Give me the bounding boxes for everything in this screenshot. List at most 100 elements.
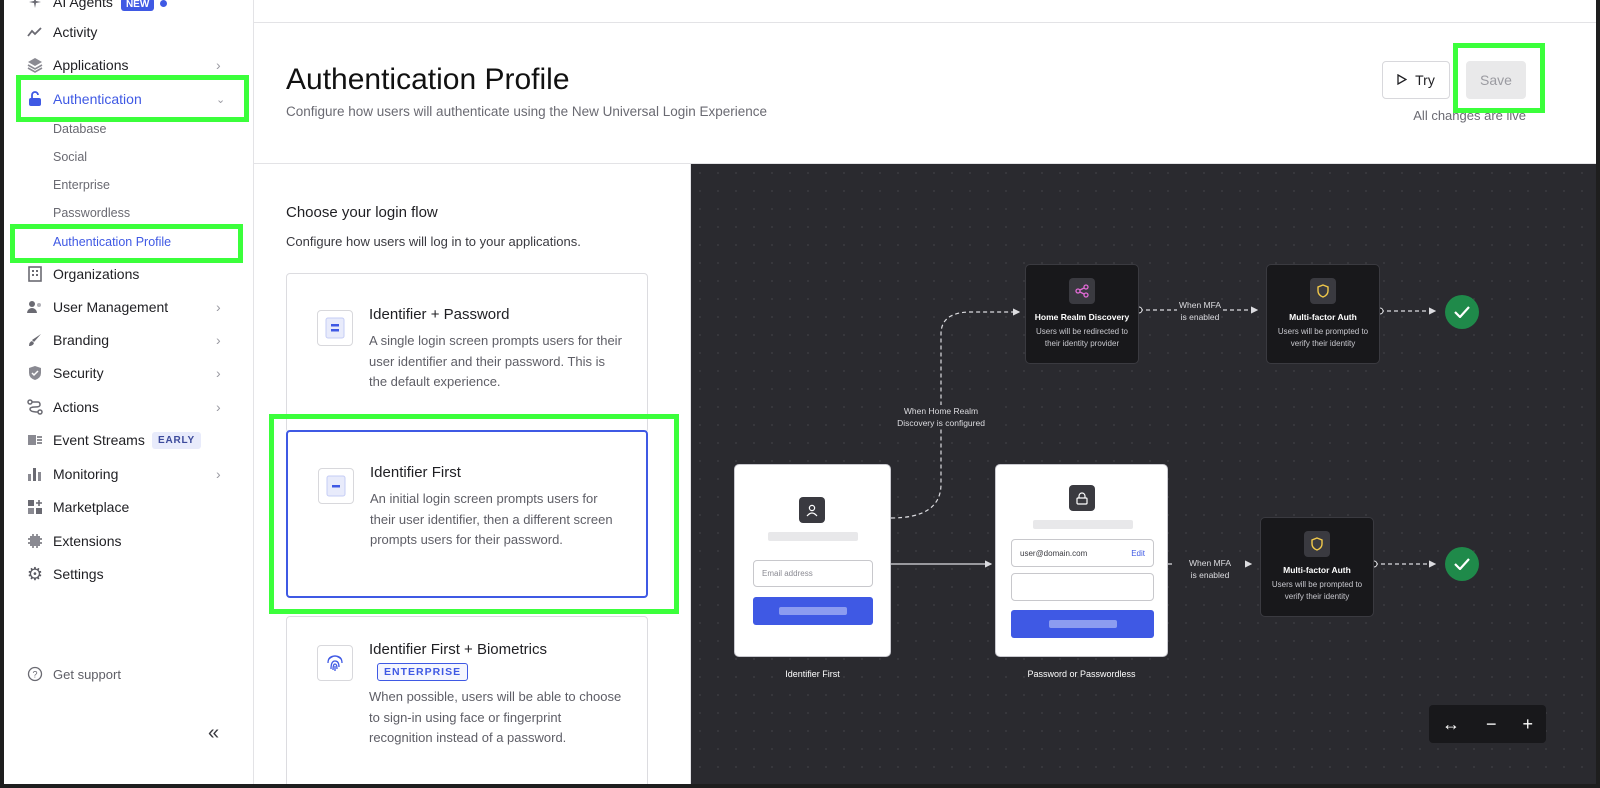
try-label: Try [1415, 72, 1435, 88]
sidebar-subitem-enterprise[interactable]: Enterprise [53, 178, 110, 192]
node-description: Users will be prompted to [1271, 580, 1363, 589]
try-button[interactable]: Try [1382, 61, 1450, 99]
option-identifier-password[interactable]: Identifier + Password A single login scr… [286, 273, 648, 433]
sidebar-item-label: Settings [53, 566, 104, 582]
node-title: Multi-factor Auth [1283, 565, 1351, 575]
mfa-node-bottom[interactable]: Multi-factor Auth Users will be prompted… [1260, 517, 1374, 617]
sidebar-item-organizations[interactable]: Organizations [4, 259, 254, 289]
fingerprint-icon [317, 645, 353, 681]
edge-label-line: When MFA [1178, 300, 1222, 310]
email-value: user@domain.com [1020, 548, 1088, 558]
sparkle-icon [26, 0, 44, 11]
continue-button[interactable] [753, 597, 873, 625]
sidebar-item-user-management[interactable]: User Management › [4, 292, 254, 322]
option-title: Identifier First [370, 464, 461, 481]
sidebar-item-actions[interactable]: Actions › [4, 392, 254, 422]
node-title: Multi-factor Auth [1289, 312, 1357, 322]
sidebar-item-ai-agents[interactable]: AI Agents NEW [4, 0, 254, 17]
option-identifier-first[interactable]: Identifier First An initial login screen… [286, 430, 648, 598]
dot-indicator [160, 0, 168, 7]
chevron-right-icon: › [216, 57, 221, 73]
placeholder-bar [1033, 520, 1133, 529]
edit-link[interactable]: Edit [1131, 549, 1145, 558]
chip-icon [26, 532, 44, 550]
chevron-right-icon: › [216, 365, 221, 381]
edge-label-line: is enabled [1180, 312, 1220, 322]
sidebar-item-label: Actions [53, 399, 99, 415]
save-button[interactable]: Save [1466, 61, 1526, 99]
option-identifier-first-biometrics[interactable]: Identifier First + Biometrics ENTERPRISE… [286, 616, 648, 784]
edge-label-line: Discovery is configured [897, 418, 985, 428]
home-realm-discovery-node[interactable]: Home Realm Discovery Users will be redir… [1025, 264, 1139, 364]
user-icon [799, 497, 825, 523]
fit-view-icon[interactable]: ↔ [1442, 714, 1460, 735]
node-description: their identity provider [1044, 339, 1120, 348]
sidebar-subitem-passwordless[interactable]: Passwordless [53, 206, 130, 220]
lock-icon [1069, 485, 1095, 511]
sidebar-item-authentication[interactable]: Authentication ⌄ [4, 84, 254, 114]
sidebar-subitem-authentication-profile[interactable]: Authentication Profile [53, 235, 171, 249]
collapse-sidebar-button[interactable]: « [208, 722, 219, 745]
sidebar-item-label: Applications [53, 57, 129, 73]
identifier-first-screen[interactable]: Email address [734, 464, 891, 657]
edge-label-mfa-bottom: When MFA is enabled [1175, 557, 1245, 581]
option-description: When possible, users will be able to cho… [369, 689, 622, 745]
activity-icon [26, 23, 44, 41]
early-badge: EARLY [152, 431, 201, 449]
bar-chart-icon [26, 465, 44, 483]
zoom-in-icon[interactable]: + [1522, 714, 1533, 735]
login-flow-diagram[interactable]: Home Realm Discovery Users will be redir… [691, 164, 1596, 784]
sidebar-item-monitoring[interactable]: Monitoring › [4, 459, 254, 489]
email-field[interactable]: Email address [753, 560, 873, 587]
option-description: A single login screen prompts users for … [369, 333, 622, 389]
node-description: Users will be redirected to [1035, 327, 1129, 336]
password-screen-caption: Password or Passwordless [1027, 669, 1136, 679]
edge-label-line: When Home Realm [903, 406, 979, 416]
identifier-form-icon [318, 468, 354, 504]
sidebar-item-branding[interactable]: Branding › [4, 325, 254, 355]
sidebar-item-activity[interactable]: Activity [4, 17, 254, 47]
sidebar-item-event-streams[interactable]: Event Streams EARLY [4, 425, 254, 455]
top-bar [254, 0, 1596, 23]
sidebar-subitem-database[interactable]: Database [53, 122, 107, 136]
shield-icon [1304, 531, 1330, 557]
sidebar-item-label: Event Streams [53, 432, 145, 448]
users-icon [26, 298, 44, 316]
login-flow-description: Configure how users will log in to your … [286, 234, 581, 249]
sidebar-item-security[interactable]: Security › [4, 358, 254, 388]
identifier-first-caption: Identifier First [785, 669, 840, 679]
sidebar-item-applications[interactable]: Applications › [4, 50, 254, 80]
success-check-icon [1445, 547, 1479, 581]
edge-label-line: is enabled [1190, 570, 1230, 580]
lock-icon [26, 90, 44, 108]
password-field[interactable] [1011, 573, 1154, 601]
share-icon [1069, 278, 1095, 304]
chevron-right-icon: › [216, 299, 221, 315]
get-support-link[interactable]: ? Get support [4, 659, 254, 689]
sidebar: AI Agents NEW Activity Applications › Aut… [4, 0, 254, 784]
email-display-field[interactable]: user@domain.com Edit [1011, 539, 1154, 567]
login-flow-panel: Choose your login flow Configure how use… [254, 164, 691, 784]
zoom-out-icon[interactable]: − [1486, 714, 1497, 735]
app-window: AI Agents NEW Activity Applications › Aut… [4, 0, 1596, 784]
brush-icon [26, 331, 44, 349]
continue-button[interactable] [1011, 610, 1154, 638]
svg-text:?: ? [32, 670, 37, 680]
sidebar-item-extensions[interactable]: Extensions [4, 526, 254, 556]
password-screen[interactable]: user@domain.com Edit [995, 464, 1168, 657]
sidebar-item-marketplace[interactable]: Marketplace [4, 492, 254, 522]
sidebar-item-label: Marketplace [53, 499, 130, 515]
gear-icon: ⚙ [26, 563, 44, 584]
chevron-right-icon: › [216, 466, 221, 482]
sidebar-subitem-social[interactable]: Social [53, 150, 87, 164]
page-header: Authentication Profile Configure how use… [254, 23, 1596, 164]
new-badge: NEW [120, 0, 155, 11]
sidebar-item-label: Activity [53, 24, 98, 40]
sidebar-item-settings[interactable]: ⚙ Settings [4, 559, 254, 589]
page-subtitle: Configure how users will authenticate us… [286, 104, 768, 119]
mfa-node-top[interactable]: Multi-factor Auth Users will be prompted… [1266, 264, 1380, 364]
node-description: Users will be prompted to [1277, 327, 1369, 336]
option-title: Identifier + Password [369, 306, 510, 323]
node-title: Home Realm Discovery [1034, 312, 1130, 322]
edge-label-mfa: When MFA is enabled [1165, 299, 1235, 323]
